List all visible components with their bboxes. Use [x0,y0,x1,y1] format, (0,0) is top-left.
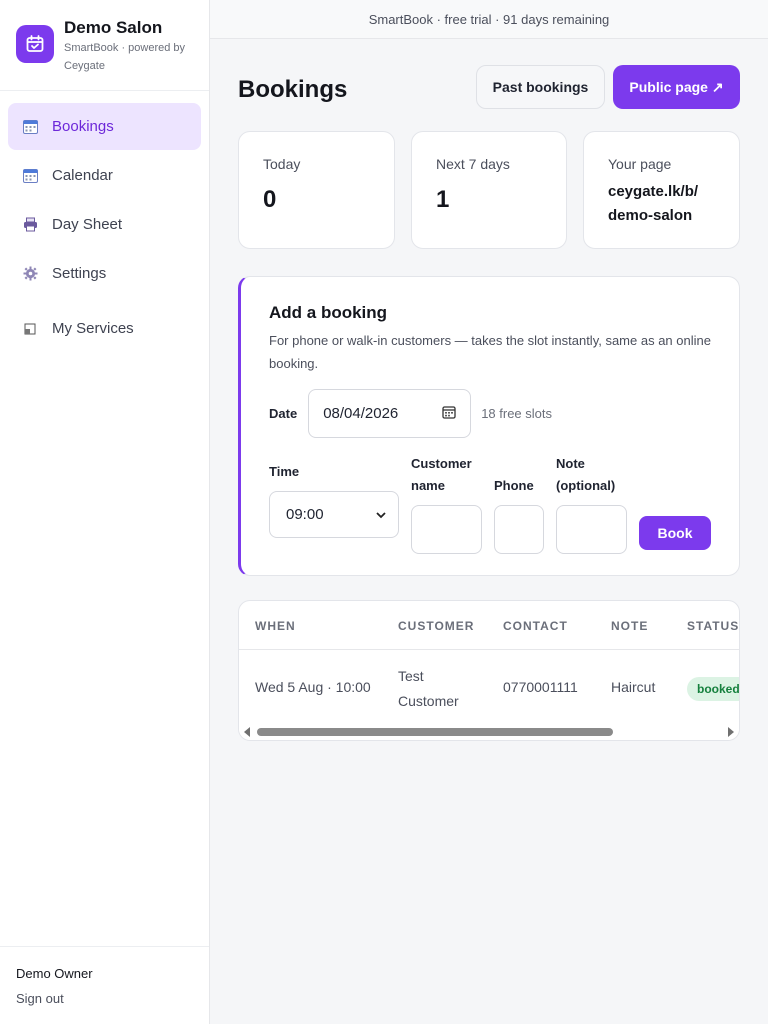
scroll-right-arrow-icon[interactable] [728,727,734,737]
sidebar-item-label: Day Sheet [52,216,123,233]
stat-card-your-page: Your page ceygate.lk/b/ demo-salon [583,131,740,249]
note-label: Note (optional) [556,456,616,493]
time-label: Time [269,464,300,479]
cell-when: Wed 5 Aug · 10:00 [255,679,371,695]
user-name: Demo Owner [16,966,93,981]
phone-label: Phone [494,478,534,493]
cell-customer: Test Customer [398,668,459,709]
phone-field: Phone [494,475,544,554]
page-title: Bookings [238,76,348,103]
sidebar-nav: Bookings Calendar Day Sheet Settings My … [0,91,209,352]
trial-banner: SmartBook · free trial · 91 days remaini… [210,0,768,39]
stat-card-today: Today 0 [238,131,395,249]
free-slots-count: 18 free slots [481,406,553,421]
customer-name-label: Customer name [411,456,472,493]
column-header-note: NOTE [611,619,649,633]
column-header-when: WHEN [255,619,296,633]
stat-label: Today [263,156,301,172]
cell-contact: 0770001111 [503,679,578,695]
stat-card-next-7-days: Next 7 days 1 [411,131,567,249]
customer-name-input[interactable] [411,505,482,554]
sidebar-item-label: My Services [52,320,134,337]
stat-label: Your page [608,156,672,172]
brand-subtitle: SmartBook · powered by Ceygate [64,42,186,72]
sidebar-item-day-sheet[interactable]: Day Sheet [8,201,201,248]
table-row[interactable]: Wed 5 Aug · 10:00 Test Customer 07700011… [239,650,739,722]
add-booking-title: Add a booking [269,303,388,322]
sidebar-item-label: Bookings [52,118,114,135]
horizontal-scrollbar[interactable] [239,723,739,740]
main-content: Bookings Past bookings Public page ↗ Tod… [238,39,740,741]
scrollbar-thumb[interactable] [257,728,613,736]
column-header-contact: CONTACT [503,619,568,633]
book-button[interactable]: Book [639,516,711,550]
stats-row: Today 0 Next 7 days 1 Your page ceygate.… [238,131,740,249]
customer-name-field: Customer name [411,453,482,554]
sidebar-item-bookings[interactable]: Bookings [8,103,201,150]
date-row: Date 08/04/2026 18 free slots [269,389,552,438]
add-booking-card: Add a booking For phone or walk-in custo… [238,276,740,576]
public-page-url[interactable]: ceygate.lk/b/ demo-salon [608,180,718,228]
calendar-check-icon [16,25,54,63]
time-select[interactable]: 09:00 [269,491,399,538]
window-icon [22,321,38,337]
brand-header: Demo Salon SmartBook · powered by Ceygat… [0,0,209,91]
time-field: Time 09:00 [269,461,399,538]
calendar-grid-icon [22,119,38,135]
column-header-status: STATUS [687,619,740,633]
printer-icon [22,217,38,233]
note-field: Note (optional) [556,453,627,554]
stat-value: 0 [263,186,277,213]
date-label: Date [269,406,298,421]
date-input[interactable]: 08/04/2026 [308,389,472,438]
phone-input[interactable] [494,505,544,554]
user-box: Demo Owner Sign out [0,946,209,1024]
sidebar-item-label: Calendar [52,167,113,184]
calendar-picker-icon[interactable] [442,405,456,423]
cell-note: Haircut [611,679,656,695]
date-value: 08/04/2026 [323,405,399,422]
column-header-customer: CUSTOMER [398,619,475,633]
scroll-left-arrow-icon[interactable] [244,727,250,737]
past-bookings-button[interactable]: Past bookings [476,65,605,109]
table-header: WHEN CUSTOMER CONTACT NOTE STATUS [239,601,739,650]
sidebar-item-label: Settings [52,265,107,282]
gear-icon [22,266,38,282]
sidebar-item-my-services[interactable]: My Services [8,305,201,352]
page-header: Bookings Past bookings Public page ↗ [238,39,740,131]
bookings-table: WHEN CUSTOMER CONTACT NOTE STATUS Wed 5 … [238,600,740,741]
calendar-grid-icon [22,168,38,184]
sidebar: Demo Salon SmartBook · powered by Ceygat… [0,0,210,1024]
status-badge: booked [687,677,739,701]
sign-out-link[interactable]: Sign out [16,991,64,1006]
public-page-button[interactable]: Public page ↗ [613,65,740,109]
sidebar-item-settings[interactable]: Settings [8,250,201,297]
stat-value: 1 [436,186,450,213]
brand-name: Demo Salon [64,18,163,37]
add-booking-description: For phone or walk-in customers — takes t… [269,333,711,371]
chevron-down-icon [376,506,386,523]
note-input[interactable] [556,505,627,554]
stat-label: Next 7 days [436,156,510,172]
time-value: 09:00 [286,506,324,523]
sidebar-item-calendar[interactable]: Calendar [8,152,201,199]
